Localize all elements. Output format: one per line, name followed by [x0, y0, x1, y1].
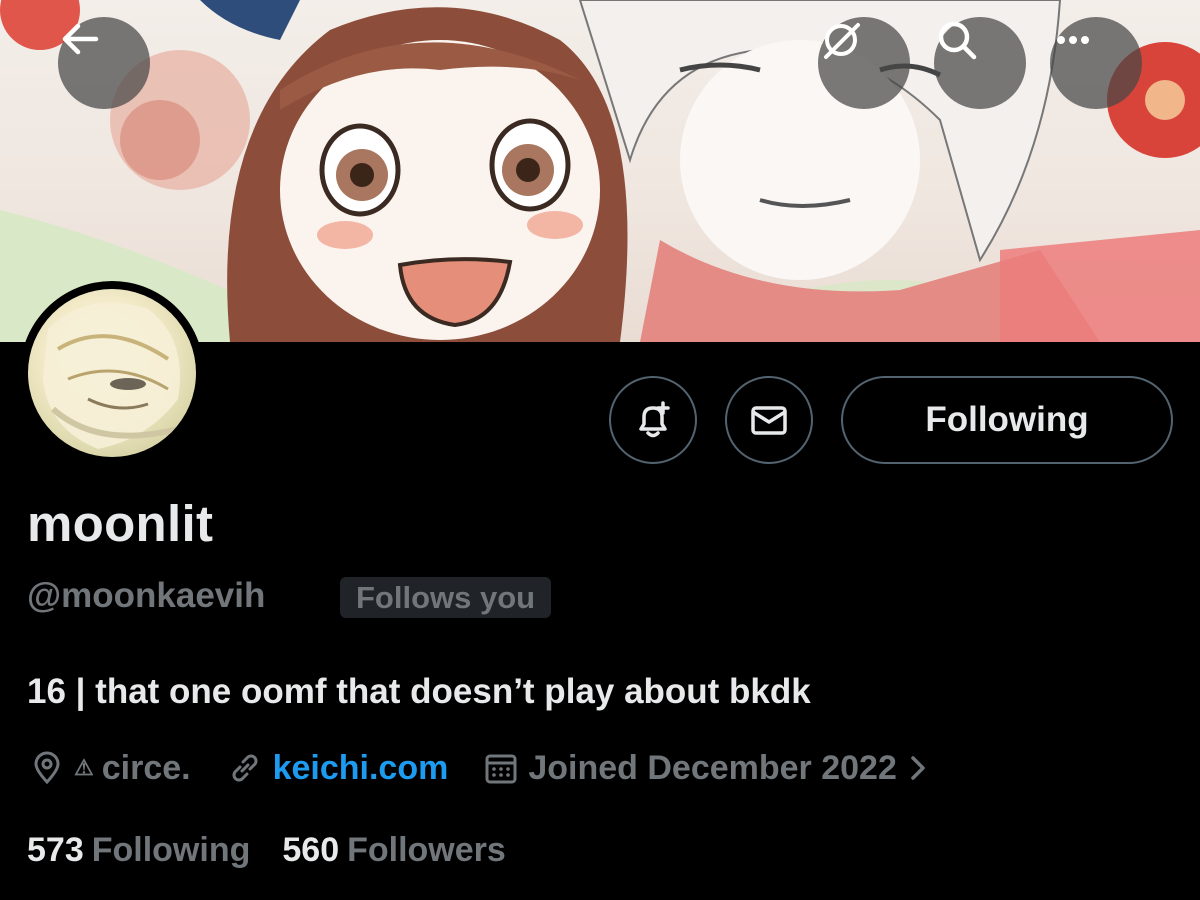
avatar-image — [28, 289, 196, 457]
search-icon — [938, 21, 977, 60]
avatar[interactable] — [20, 281, 204, 465]
warning-sign-icon: ⚠ — [74, 755, 94, 780]
following-label: Following — [91, 831, 251, 869]
chevron-right-icon[interactable] — [907, 751, 929, 785]
display-name: moonlit — [27, 495, 214, 552]
followers-stat[interactable]: 560 Followers — [282, 831, 505, 870]
more-button[interactable] — [1050, 17, 1142, 109]
notifications-button[interactable] — [609, 376, 697, 464]
followers-label: Followers — [347, 831, 506, 869]
search-button[interactable] — [934, 17, 1026, 109]
translate-off-icon — [824, 23, 860, 59]
follow-stats: 573 Following 560 Followers — [27, 831, 538, 870]
profile-banner[interactable] — [0, 0, 1200, 342]
following-button[interactable]: Following — [841, 376, 1173, 464]
profile-meta-row: ⚠ circe. keichi.com Joined December 2022 — [30, 746, 975, 790]
following-stat[interactable]: 573 Following — [27, 831, 250, 870]
following-count: 573 — [27, 831, 84, 869]
calendar-icon — [485, 754, 517, 784]
website[interactable]: keichi.com — [227, 749, 449, 788]
translate-off-button[interactable] — [818, 17, 910, 109]
bio: 16 | that one oomf that doesn’t play abo… — [27, 672, 811, 711]
user-handle: @moonkaevih — [27, 576, 266, 615]
location-pin-icon — [34, 751, 60, 785]
follows-you-badge: Follows you — [340, 577, 552, 618]
back-button[interactable] — [58, 17, 150, 109]
join-date: Joined December 2022 — [484, 749, 939, 788]
location-text: circe. — [101, 748, 191, 787]
more-icon — [1057, 36, 1089, 44]
bell-plus-icon — [639, 401, 670, 438]
back-arrow-icon — [62, 23, 99, 55]
link-icon — [232, 754, 258, 782]
message-button[interactable] — [725, 376, 813, 464]
location: ⚠ circe. — [30, 749, 191, 788]
join-date-text: Joined December 2022 — [528, 748, 897, 787]
website-link[interactable]: keichi.com — [273, 749, 449, 788]
envelope-icon — [751, 406, 787, 435]
followers-count: 560 — [282, 831, 340, 869]
